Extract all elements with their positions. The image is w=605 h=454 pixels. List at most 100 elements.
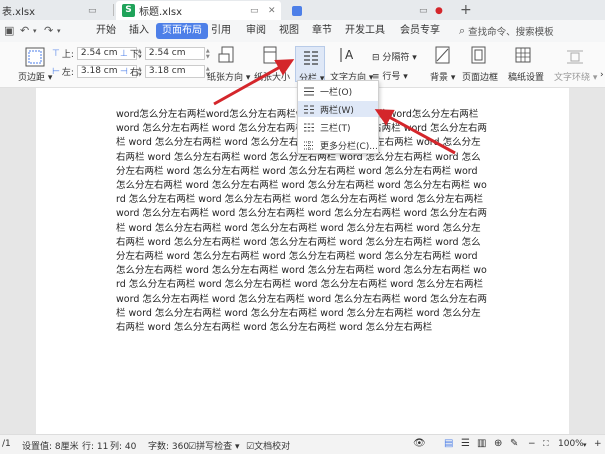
zoom-fit-icon[interactable]: ⛶	[543, 439, 549, 449]
menu-member[interactable]: 会员专享	[400, 20, 440, 42]
command-search[interactable]: ⌕ 查找命令、搜索模板	[459, 22, 605, 40]
option-label: 三栏(T)	[320, 123, 351, 134]
text-wrap-icon	[567, 50, 583, 64]
overflow-chevron[interactable]: ›	[600, 70, 604, 80]
text-wrap-label: 文字环绕	[554, 73, 591, 83]
close-icon[interactable]: ✕	[268, 6, 276, 16]
eye-icon[interactable]: 👁	[413, 438, 426, 449]
monitor-icon[interactable]: ▭	[88, 6, 97, 16]
two-column-icon	[304, 105, 314, 113]
row-indicator: 行: 11	[82, 442, 109, 452]
paper-size-icon	[263, 46, 277, 64]
undo-icon[interactable]: ↶	[20, 24, 29, 37]
tab-document[interactable]: ▭ ●	[285, 1, 445, 20]
menu-view[interactable]: 视图	[279, 20, 299, 42]
bottom-margin-input[interactable]: 2.54 cm	[144, 47, 205, 60]
margins-label: 页边距	[18, 73, 46, 83]
chevron-down-icon[interactable]: ▾	[57, 27, 61, 35]
tab-label: 表.xlsx	[2, 7, 36, 18]
menu-chapter[interactable]: 章节	[312, 20, 332, 42]
chevron-down-icon[interactable]: ▾	[583, 441, 587, 449]
spreadsheet-icon: S	[122, 4, 135, 17]
tab-separator	[113, 4, 114, 16]
proofread-button[interactable]: ☑文档校对	[246, 439, 290, 452]
monitor-icon[interactable]: ▭	[250, 6, 259, 16]
columns-button[interactable]: 分栏 ▾	[295, 46, 325, 84]
chevron-down-icon[interactable]: ▾	[33, 27, 37, 35]
reading-view-icon[interactable]: ▥	[477, 438, 486, 449]
left-margin-icon: ⊢	[52, 66, 60, 77]
svg-text:A: A	[345, 48, 354, 62]
columns-option-more[interactable]: 更多分栏(C)...	[298, 137, 378, 153]
columns-option-three[interactable]: 三栏(T)	[298, 119, 378, 135]
pen-icon[interactable]: ✎	[510, 438, 518, 449]
right-margin-input[interactable]: 3.18 cm	[144, 65, 205, 78]
separator-label: 分隔符	[382, 53, 410, 63]
manuscript-icon	[515, 47, 531, 63]
page-border-label: 页面边框	[462, 73, 499, 83]
manuscript-label: 稿纸设置	[508, 73, 545, 83]
column-indicator: 列: 40	[110, 442, 137, 452]
background-icon	[435, 46, 450, 64]
redo-icon[interactable]: ↷	[44, 24, 53, 37]
margin-bottom-field[interactable]: ⊥ 下: 2.54 cm ▲ ▼	[120, 47, 210, 60]
tab-bar: 表.xlsx ▭ S 标题.xlsx ▭ ✕ ▭ ● +	[0, 0, 605, 20]
more-columns-icon	[304, 140, 314, 150]
background-button[interactable]: 背景 ▾	[430, 70, 455, 83]
margins-icon	[25, 47, 45, 67]
background-label: 背景	[430, 73, 449, 83]
menu-insert[interactable]: 插入	[129, 20, 149, 42]
unsaved-dot-icon: ●	[435, 5, 443, 16]
new-tab-icon[interactable]: +	[460, 2, 472, 18]
checkbox-icon: ☑	[246, 442, 255, 452]
manuscript-button[interactable]: 稿纸设置	[508, 70, 544, 83]
columns-dropdown: 一栏(O) 两栏(W) 三栏(T) 更多分栏(C)...	[297, 80, 379, 154]
spell-check-button[interactable]: ☑拼写检查 ▾	[188, 439, 239, 452]
zoom-level[interactable]: 100%	[558, 439, 584, 449]
spell-check-label: 拼写检查	[196, 442, 233, 452]
orientation-button[interactable]: 纸张方向 ▾	[207, 70, 250, 83]
menu-developer[interactable]: 开发工具	[345, 20, 385, 42]
separator-button[interactable]: ⊟ 分隔符 ▾	[372, 50, 417, 63]
orientation-label: 纸张方向	[207, 73, 244, 83]
text-wrap-button[interactable]: 文字环绕 ▾	[554, 70, 597, 83]
setting-value: 设置值: 8厘米	[22, 442, 79, 452]
menu-start[interactable]: 开始	[96, 20, 116, 42]
outline-view-icon[interactable]: ☰	[461, 438, 470, 449]
word-count[interactable]: 字数: 360	[148, 439, 189, 452]
line-number-label: 行号	[382, 72, 401, 82]
three-column-icon	[304, 123, 314, 131]
menu-references[interactable]: 引用	[211, 20, 231, 42]
one-column-icon	[304, 87, 314, 95]
web-view-icon[interactable]: ⊕	[494, 438, 502, 449]
orientation-icon	[218, 46, 234, 63]
monitor-icon[interactable]: ▭	[419, 6, 428, 16]
paper-size-button[interactable]: 纸张大小	[254, 70, 294, 83]
bottom-margin-label: 下:	[129, 50, 142, 60]
columns-option-one[interactable]: 一栏(O)	[298, 83, 378, 99]
columns-option-two[interactable]: 两栏(W)	[298, 101, 378, 117]
menu-page-layout[interactable]: 页面布局	[156, 23, 208, 39]
margins-button[interactable]: 页边距 ▾	[18, 70, 52, 83]
save-icon[interactable]: ▣	[4, 24, 14, 37]
tab-workbook-2[interactable]: S 标题.xlsx ▭ ✕	[116, 1, 281, 20]
proofread-label: 文档校对	[254, 442, 291, 452]
checkbox-icon: ☑	[188, 442, 197, 452]
left-margin-label: 左:	[61, 68, 74, 78]
margin-right-field[interactable]: ⊣ 右: 3.18 cm ▲ ▼	[120, 65, 210, 78]
right-margin-icon: ⊣	[120, 66, 128, 77]
option-label: 两栏(W)	[320, 105, 354, 116]
zoom-out-icon[interactable]: −	[528, 439, 536, 449]
right-margin-label: 右:	[129, 68, 142, 78]
search-icon: ⌕	[459, 24, 466, 37]
top-margin-label: 上:	[61, 50, 74, 60]
page-indicator[interactable]: /1	[2, 439, 11, 449]
menu-bar: ▣ ↶ ▾ ↷ ▾ 开始 插入 页面布局 引用 审阅 视图 章节 开发工具 会员…	[0, 20, 605, 42]
zoom-in-icon[interactable]: +	[594, 439, 602, 449]
menu-review[interactable]: 审阅	[246, 20, 266, 42]
tab-workbook-1[interactable]: 表.xlsx ▭	[0, 1, 112, 20]
text-direction-icon: A	[340, 48, 354, 62]
spinner-icon[interactable]: ▲ ▼	[206, 48, 210, 60]
page-view-icon[interactable]: ▤	[444, 438, 453, 449]
page-border-button[interactable]: 页面边框	[462, 70, 498, 83]
